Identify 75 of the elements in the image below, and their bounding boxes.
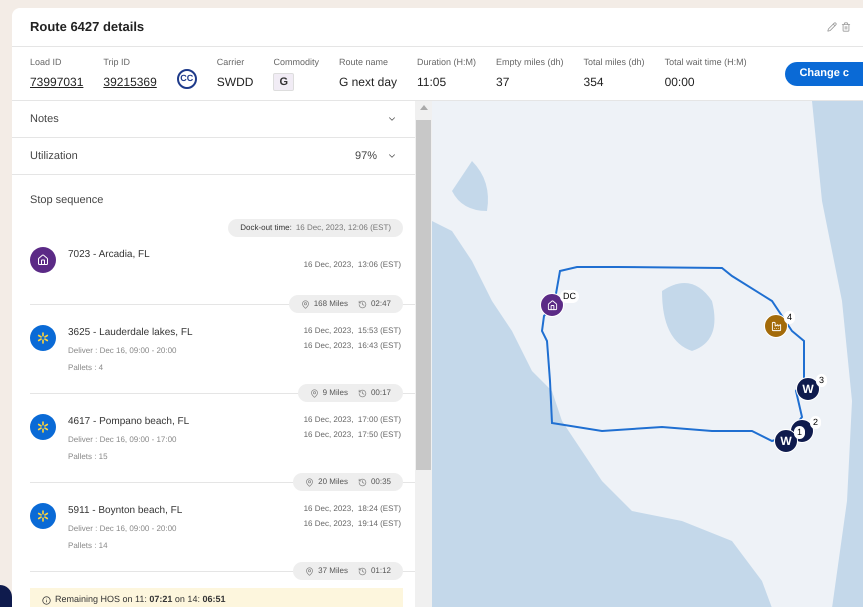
spark-icon xyxy=(30,414,56,440)
pallet-count: Pallets : 14 xyxy=(68,540,109,552)
info-icon xyxy=(42,596,51,604)
field-label: Empty miles (dh) xyxy=(496,56,564,69)
leg-time: 01:12 xyxy=(370,565,391,577)
change-button[interactable]: Change c xyxy=(785,62,863,86)
section-label: Utilization xyxy=(30,148,78,164)
corner-shape xyxy=(0,585,12,607)
clock-icon xyxy=(358,566,367,576)
clock-icon xyxy=(358,388,367,398)
commodity-badge: G xyxy=(273,73,294,92)
id-link[interactable]: 39215369 xyxy=(103,73,157,92)
spark-icon xyxy=(30,325,56,351)
stop-time: 16 Dec, 2023, 19:14 (EST) xyxy=(304,518,401,530)
section-title: Stop sequence xyxy=(30,194,104,206)
leg-miles: 20 Miles xyxy=(318,476,348,488)
dock-out-value: 16 Dec, 2023, 12:06 (EST) xyxy=(296,222,391,234)
stop-name: 3625 - Lauderdale lakes, FL xyxy=(68,326,194,340)
factory-icon xyxy=(770,320,782,332)
field-value: G next day xyxy=(338,74,397,92)
stop-time: 16 Dec, 2023, 18:24 (EST) xyxy=(304,503,401,515)
hos-text: Remaining HOS on 11: 07:21 on 14: 06:51 xyxy=(55,593,226,606)
field-label: Total miles (dh) xyxy=(584,56,645,69)
leg-miles: 9 Miles xyxy=(322,387,348,399)
field-value: 37 xyxy=(496,74,510,92)
deliver-window: Deliver : Dec 16, 09:00 - 20:00 xyxy=(68,345,292,357)
warehouse-icon xyxy=(30,247,56,273)
clock-icon xyxy=(358,478,367,486)
pallet-count: Pallets : 4 xyxy=(68,362,104,374)
leg-time: 00:35 xyxy=(370,476,391,488)
field-label: Commodity xyxy=(273,56,319,69)
stop-name: 7023 - Arcadia, FL xyxy=(68,248,151,262)
warehouse-icon xyxy=(546,300,558,310)
id-link[interactable]: 73997031 xyxy=(30,73,84,92)
section-row[interactable]: Utilization 97% xyxy=(12,138,415,175)
pin-icon xyxy=(305,566,314,576)
deliver-window: Deliver : Dec 16, 09:00 - 20:00 xyxy=(68,523,292,535)
section-label: Notes xyxy=(30,112,59,127)
field-label: Duration (H:M) xyxy=(417,56,476,69)
field-label: Load ID xyxy=(30,56,63,69)
scrollbar[interactable] xyxy=(415,101,432,607)
leg-time: 00:17 xyxy=(370,387,391,399)
dock-out-label: Dock-out time: xyxy=(240,222,292,234)
stop-name: 5911 - Boynton beach, FL xyxy=(68,504,184,518)
stop-time: 16 Dec, 2023, 17:50 (EST) xyxy=(304,429,401,441)
leg-miles: 168 Miles xyxy=(314,298,348,310)
leg-time: 02:47 xyxy=(370,298,391,310)
pin-icon xyxy=(300,300,310,308)
delete-icon[interactable] xyxy=(841,22,851,32)
stop-time: 16 Dec, 2023, 13:06 (EST) xyxy=(304,259,401,271)
stop-name: 4617 - Pompano beach, FL xyxy=(68,415,190,429)
section-value: 97% xyxy=(354,148,377,164)
field-value: 11:05 xyxy=(417,74,446,92)
page-title: Route 6427 details xyxy=(30,18,144,36)
stop-time: 16 Dec, 2023, 17:00 (EST) xyxy=(304,414,401,426)
field-label: Trip ID xyxy=(103,56,132,69)
field-value: SWDD xyxy=(216,74,254,92)
stop-time: 16 Dec, 2023, 16:43 (EST) xyxy=(304,340,401,352)
section-row[interactable]: Notes xyxy=(12,101,415,138)
pallet-count: Pallets : 15 xyxy=(68,451,109,463)
field-value: 354 xyxy=(584,74,604,92)
deliver-window: Deliver : Dec 16, 09:00 - 17:00 xyxy=(68,434,292,446)
carrier-logo-icon: CC xyxy=(176,68,197,88)
pin-icon xyxy=(305,478,314,486)
pin-icon xyxy=(310,388,319,398)
stop-time: 16 Dec, 2023, 15:53 (EST) xyxy=(304,325,401,337)
leg-miles: 37 Miles xyxy=(318,565,348,577)
clock-icon xyxy=(358,300,367,308)
field-label: Carrier xyxy=(216,56,246,69)
spark-icon xyxy=(30,503,56,529)
scroll-thumb[interactable] xyxy=(416,120,431,470)
field-label: Total wait time (H:M) xyxy=(664,56,747,69)
edit-icon[interactable] xyxy=(827,22,837,32)
field-label: Route name xyxy=(338,56,389,69)
field-value: 00:00 xyxy=(664,74,695,92)
